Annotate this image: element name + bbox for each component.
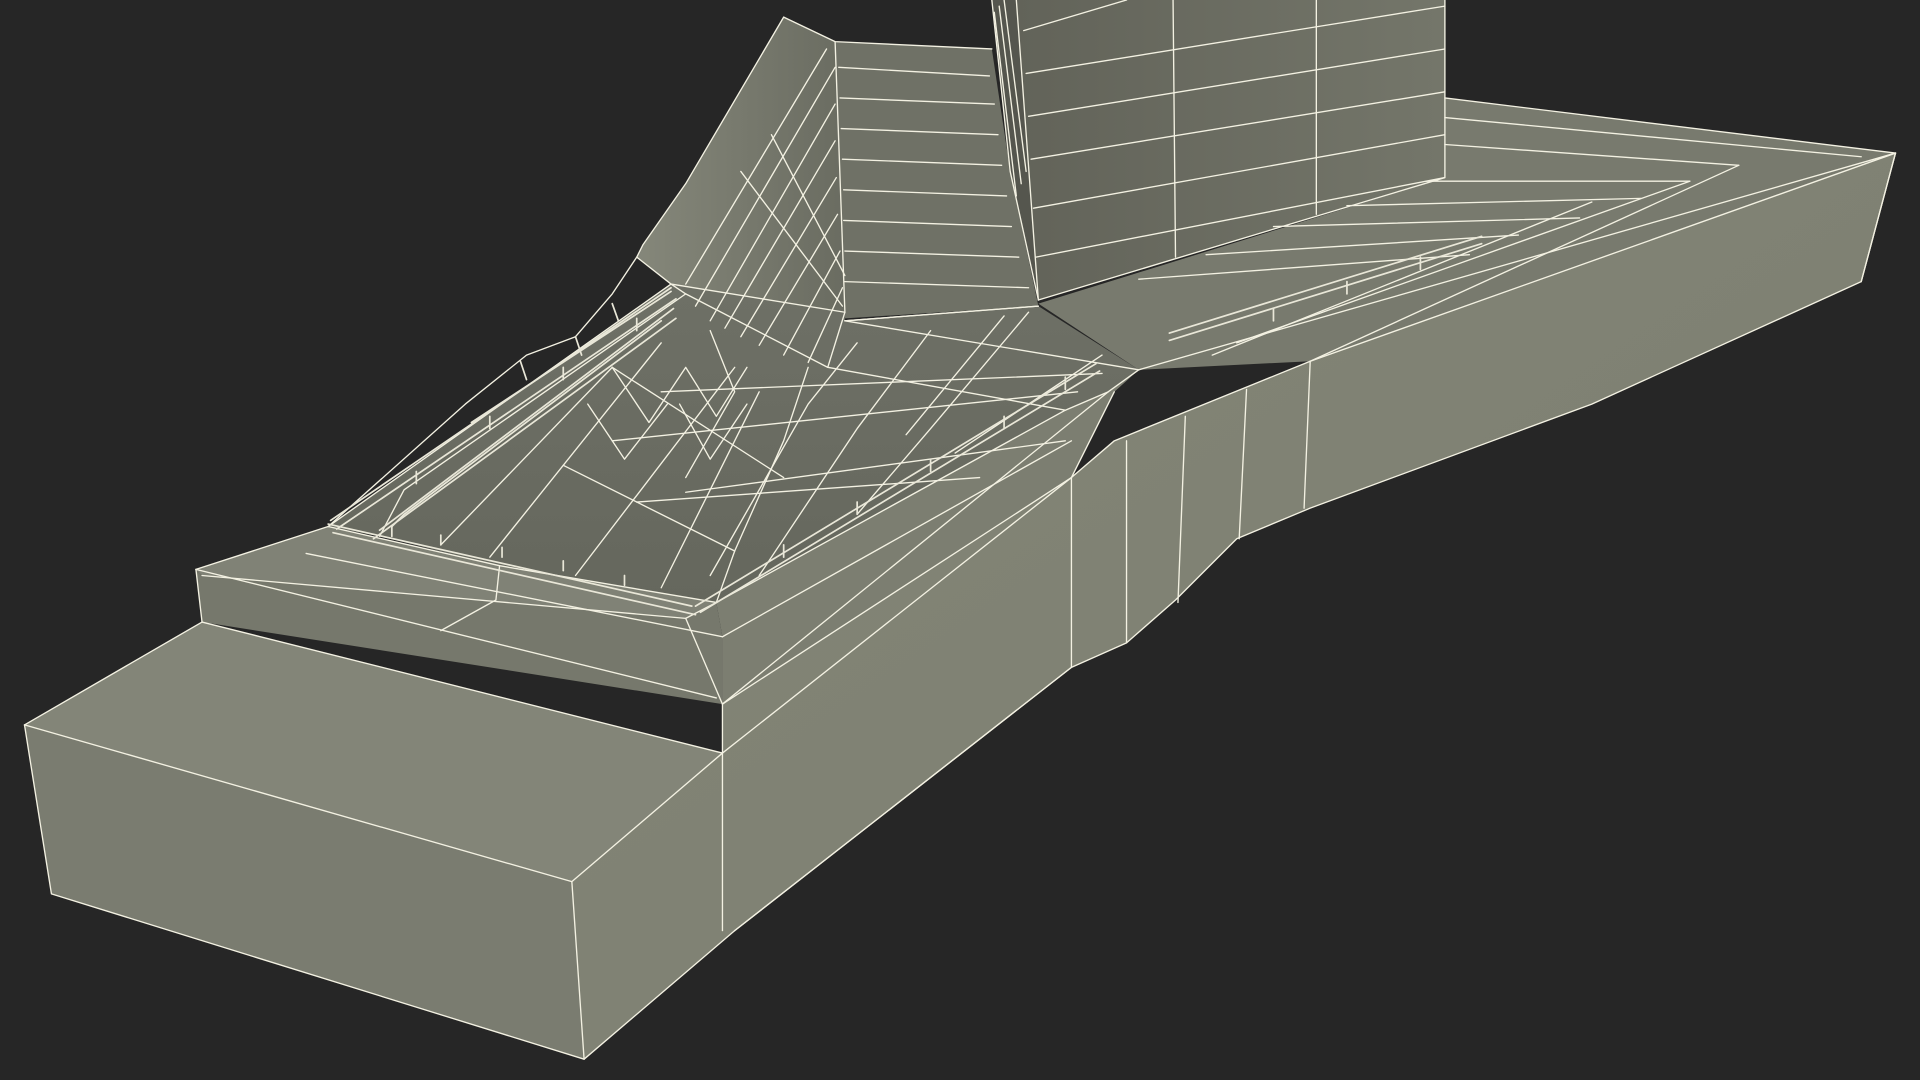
wireframe-render [23, 0, 1897, 1060]
render-viewport[interactable] [0, 0, 1920, 1080]
